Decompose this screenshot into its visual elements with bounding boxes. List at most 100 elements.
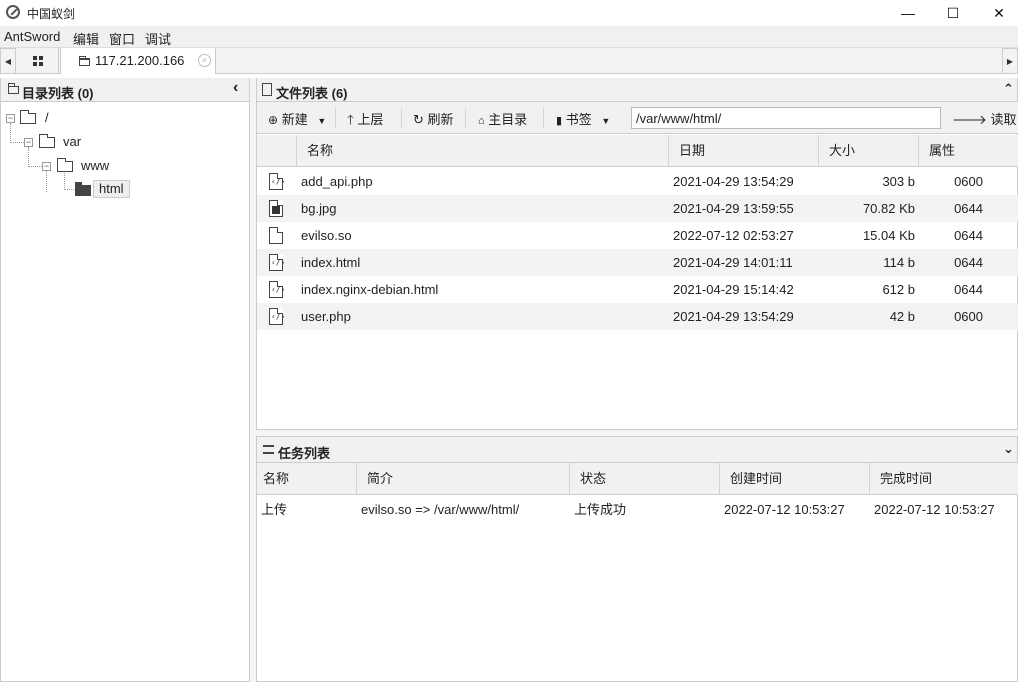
- directory-panel: 目录列表 (0) ‹ − / − var − www html: [0, 78, 250, 682]
- window-title: 中国蚁剑: [27, 7, 76, 21]
- file-row[interactable]: bg.jpg 2021-04-29 13:59:55 70.82 Kb 0644: [257, 195, 1018, 222]
- read-button[interactable]: 🡒 读取: [952, 109, 1017, 128]
- tab-shell[interactable]: 117.21.200.166 ×: [60, 48, 216, 74]
- file-table-header: 名称 日期 大小 属性: [257, 135, 1018, 167]
- tree-line: [46, 171, 47, 192]
- tree-item-root[interactable]: /: [45, 110, 49, 125]
- file-row[interactable]: ‹/› index.html 2021-04-29 14:01:11 114 b 064…: [257, 249, 1018, 276]
- toolbar-separator: [401, 108, 402, 128]
- collapse-up-icon[interactable]: ⌃: [1003, 81, 1014, 97]
- file-icon: [262, 83, 272, 96]
- attr-column-header[interactable]: 属性: [919, 135, 1018, 166]
- file-name: bg.jpg: [301, 201, 337, 216]
- tree-line: [64, 189, 74, 190]
- file-size: 612 b: [882, 282, 915, 297]
- list-icon: [263, 445, 274, 454]
- expand-down-icon[interactable]: ⌄: [1003, 441, 1014, 457]
- file-attr: 0644: [954, 228, 983, 243]
- file-panel-header: 文件列表 (6) ⌃: [257, 78, 1017, 102]
- tree-collapse-var-icon[interactable]: −: [24, 138, 33, 147]
- file-attr: 0600: [954, 309, 983, 324]
- file-size: 303 b: [882, 174, 915, 189]
- file-name: index.html: [301, 255, 361, 270]
- blank-file-icon: [269, 227, 283, 244]
- task-created: 2022-07-12 10:53:27: [724, 502, 845, 517]
- tab-scroll-right-icon[interactable]: ▶: [1002, 48, 1018, 74]
- bookmark-icon: ▮: [556, 115, 563, 127]
- title-bar: 中国蚁剑 — ☐ ✕: [0, 0, 1018, 26]
- tree-collapse-root-icon[interactable]: −: [6, 114, 15, 123]
- antsword-logo-icon: [6, 5, 20, 19]
- file-panel-title: 文件列表 (6): [276, 86, 348, 101]
- menu-debug[interactable]: 调试: [145, 29, 171, 48]
- tab-scroll-left-icon[interactable]: ◀: [0, 48, 16, 74]
- file-date: 2021-04-29 15:14:42: [673, 282, 794, 297]
- directory-panel-title: 目录列表 (0): [22, 86, 94, 101]
- folder-icon: [79, 56, 90, 66]
- menu-bar: AntSword 编辑 窗口 调试: [0, 26, 1018, 48]
- task-table-header: 名称 简介 状态 创建时间 完成时间: [257, 463, 1018, 495]
- file-attr: 0644: [954, 255, 983, 270]
- refresh-button[interactable]: ↻ 刷新: [413, 109, 454, 128]
- menu-window[interactable]: 窗口: [109, 29, 135, 48]
- arrow-up-icon: 🡑: [347, 112, 354, 127]
- tab-close-icon[interactable]: ×: [198, 54, 211, 67]
- bookmark-button[interactable]: ▮ 书签 ▼: [556, 109, 610, 128]
- file-size: 15.04 Kb: [862, 228, 915, 243]
- up-button[interactable]: 🡑 上层: [347, 109, 383, 133]
- file-date: 2021-04-29 14:01:11: [673, 255, 793, 270]
- task-panel-title: 任务列表: [278, 446, 331, 461]
- folder-icon: [39, 134, 55, 148]
- home-button[interactable]: ⌂ 主目录: [478, 109, 527, 128]
- home-icon: ⌂: [478, 115, 485, 127]
- menu-antsword[interactable]: AntSword: [4, 29, 60, 44]
- folder-open-icon: [75, 182, 91, 196]
- name-column-header[interactable]: 名称: [297, 135, 669, 166]
- collapse-left-icon[interactable]: ‹: [233, 79, 238, 97]
- task-status-column-header[interactable]: 状态: [570, 463, 720, 494]
- file-row[interactable]: ‹/› index.nginx-debian.html 2021-04-29 15:…: [257, 276, 1018, 303]
- task-name: 上传: [261, 502, 288, 517]
- tab-home[interactable]: [17, 48, 59, 74]
- file-panel: 文件列表 (6) ⌃ ⊕ 新建 ▼ 🡑 上层 ↻ 刷新 ⌂ 主目录 ▮ 书签 ▼: [256, 78, 1018, 430]
- folder-icon: [57, 158, 73, 172]
- path-input[interactable]: [631, 107, 941, 129]
- caret-down-icon: ▼: [317, 116, 327, 126]
- tree-item-html[interactable]: html: [93, 180, 130, 198]
- tree-item-var[interactable]: var: [63, 134, 81, 149]
- code-file-icon: ‹/›: [269, 281, 285, 298]
- tree-item-www[interactable]: www: [81, 158, 109, 173]
- file-row[interactable]: ‹/› add_api.php 2021-04-29 13:54:29 303 b 06…: [257, 168, 1018, 195]
- task-name-column-header[interactable]: 名称: [257, 463, 357, 494]
- task-row[interactable]: 上传 evilso.so => /var/www/html/ 上传成功 2022…: [257, 496, 1018, 524]
- task-desc-column-header[interactable]: 简介: [357, 463, 570, 494]
- task-created-column-header[interactable]: 创建时间: [720, 463, 870, 494]
- toolbar-separator: [465, 108, 466, 128]
- task-finished-column-header[interactable]: 完成时间: [870, 463, 1018, 494]
- date-column-header[interactable]: 日期: [669, 135, 819, 166]
- file-size: 114 b: [883, 255, 915, 270]
- file-attr: 0644: [954, 282, 983, 297]
- tree-line: [10, 123, 11, 143]
- size-column-header[interactable]: 大小: [819, 135, 919, 166]
- minimize-button[interactable]: —: [885, 0, 931, 26]
- menu-edit[interactable]: 编辑: [73, 29, 99, 48]
- task-finished: 2022-07-12 10:53:27: [874, 502, 995, 517]
- file-name: evilso.so: [301, 228, 352, 243]
- file-attr: 0644: [954, 201, 983, 216]
- arrow-right-icon: 🡒: [952, 112, 987, 127]
- file-date: 2021-04-29 13:54:29: [673, 309, 794, 324]
- tree-collapse-www-icon[interactable]: −: [42, 162, 51, 171]
- maximize-button[interactable]: ☐: [930, 0, 976, 26]
- new-button[interactable]: ⊕ 新建 ▼: [268, 109, 326, 128]
- file-row[interactable]: ‹/› user.php 2021-04-29 13:54:29 42 b 0600: [257, 303, 1018, 330]
- file-name: index.nginx-debian.html: [301, 282, 439, 297]
- file-row[interactable]: evilso.so 2022-07-12 02:53:27 15.04 Kb 0644: [257, 222, 1018, 249]
- file-date: 2021-04-29 13:54:29: [673, 174, 794, 189]
- folder-icon: [8, 83, 19, 94]
- file-size: 70.82 Kb: [862, 201, 915, 216]
- refresh-icon: ↻: [413, 112, 424, 127]
- close-button[interactable]: ✕: [976, 0, 1018, 26]
- task-panel: 任务列表 ⌄ 名称 简介 状态 创建时间 完成时间 上传 evilso.so =…: [256, 436, 1018, 682]
- tree-line: [28, 147, 29, 167]
